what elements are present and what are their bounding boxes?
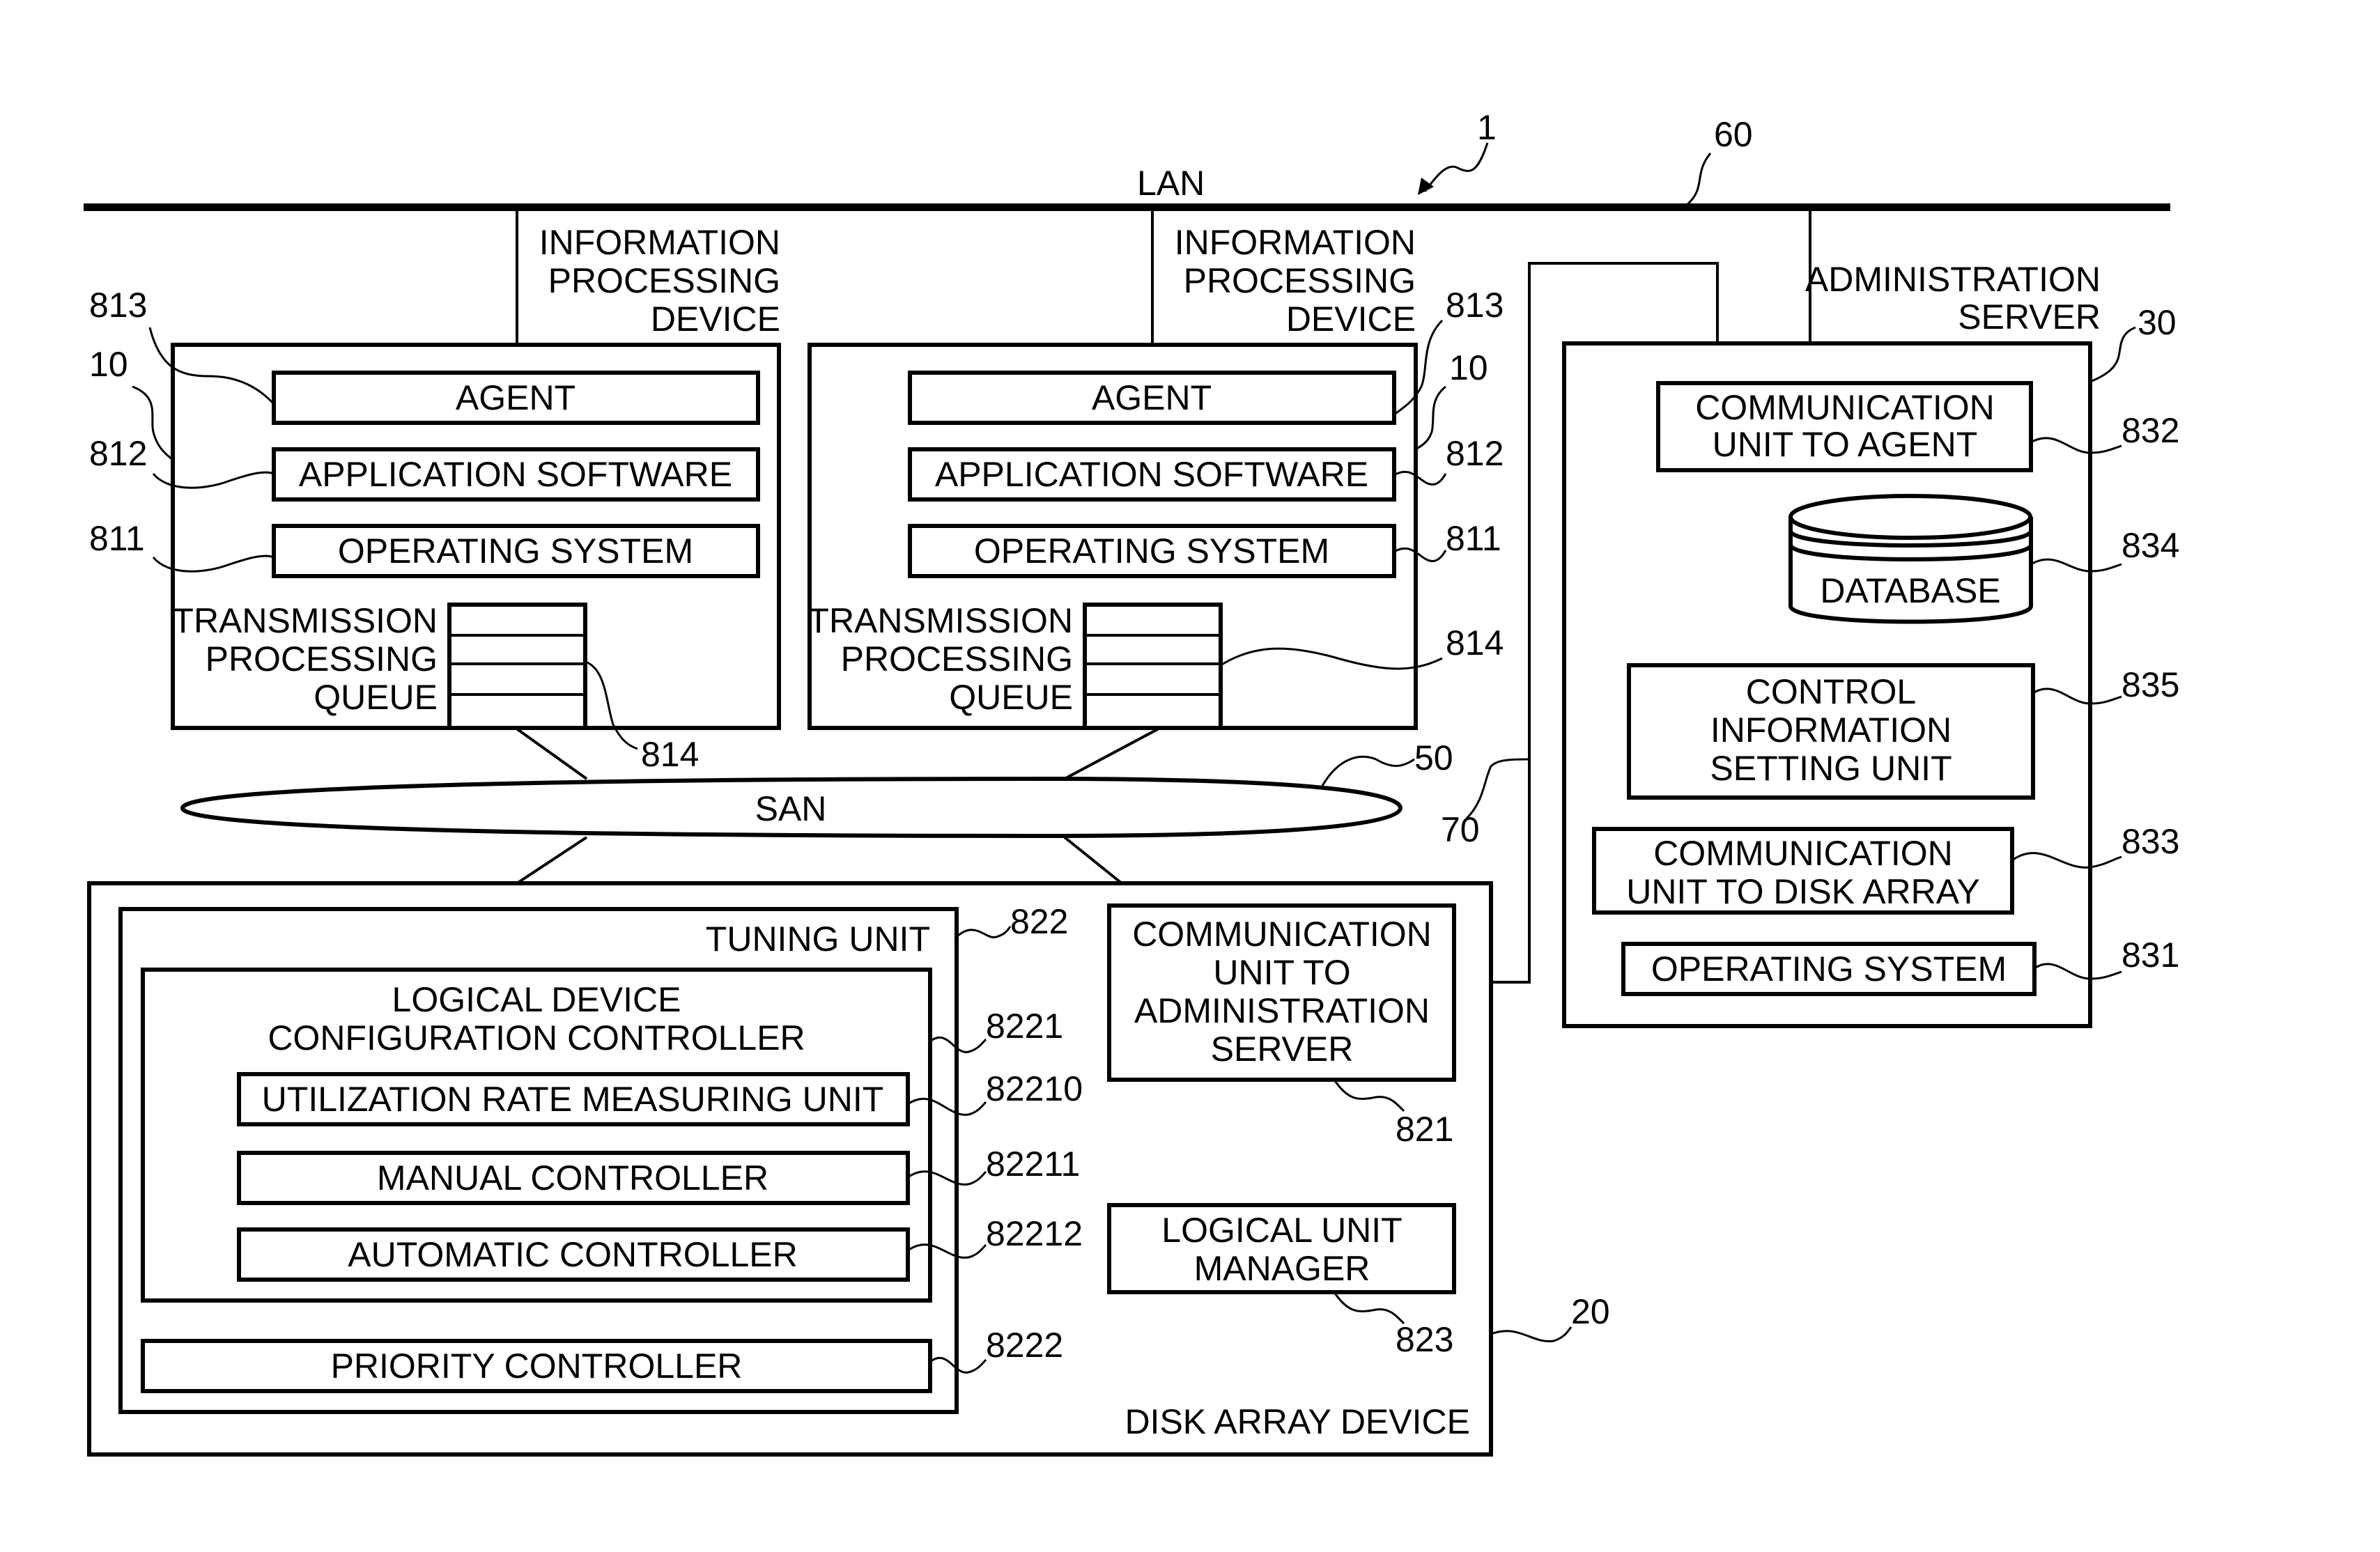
ref-device-leader xyxy=(1415,385,1446,451)
device-title-line: DEVICE xyxy=(651,300,780,339)
san-label: SAN xyxy=(755,789,827,828)
device-title-line: DEVICE xyxy=(1286,300,1416,339)
ref-auto-controller: 82212 xyxy=(986,1214,1083,1253)
admin-os-label: OPERATING SYSTEM xyxy=(1651,949,2007,988)
comm-admin-label-line: SERVER xyxy=(1211,1030,1354,1069)
os-label: OPERATING SYSTEM xyxy=(974,531,1329,571)
comm-agent-label-line: COMMUNICATION xyxy=(1695,388,1995,427)
queue-label-line: QUEUE xyxy=(314,678,438,717)
ref-disk-array-leader xyxy=(1490,1326,1572,1343)
auto-controller-label: AUTOMATIC CONTROLLER xyxy=(348,1235,797,1274)
ref-disk-array: 20 xyxy=(1571,1292,1610,1331)
queue-label-line: TRANSMISSION xyxy=(172,601,438,640)
san-link-disk-1 xyxy=(516,836,588,885)
ref-lan-leader xyxy=(1685,153,1712,207)
app-software-label: APPLICATION SOFTWARE xyxy=(299,455,732,494)
ref-device: 10 xyxy=(1449,348,1488,387)
control-info-label-line: CONTROL xyxy=(1746,672,1916,711)
ref-admin-link: 70 xyxy=(1441,810,1480,849)
comm-agent-label-line: UNIT TO AGENT xyxy=(1713,425,1978,464)
database-label: DATABASE xyxy=(1820,571,2000,610)
queue-icon xyxy=(1083,603,1223,730)
ref-tuning-unit: 822 xyxy=(1010,902,1068,941)
queue-label-line: PROCESSING xyxy=(841,639,1073,678)
san-link-dev2 xyxy=(1064,727,1161,780)
ref-san-leader xyxy=(1321,755,1415,786)
ref-system: 1 xyxy=(1477,108,1497,147)
ref-device: 10 xyxy=(89,345,128,384)
ldcc-label-line: CONFIGURATION CONTROLLER xyxy=(268,1018,805,1057)
ref-lu-manager: 823 xyxy=(1396,1320,1453,1359)
comm-admin-label-line: COMMUNICATION xyxy=(1132,915,1432,954)
arrowhead-icon xyxy=(1418,178,1434,195)
ref-app: 812 xyxy=(1446,434,1504,473)
manual-controller-label: MANUAL CONTROLLER xyxy=(377,1158,768,1197)
util-rate-label: UTILIZATION RATE MEASURING UNIT xyxy=(262,1080,884,1119)
comm-disk-label-line: UNIT TO DISK ARRAY xyxy=(1626,872,1980,911)
ldcc-label-line: LOGICAL DEVICE xyxy=(392,980,681,1019)
lan-bus xyxy=(84,203,2170,211)
ref-queue: 814 xyxy=(1446,623,1504,662)
ref-admin: 30 xyxy=(2138,303,2177,342)
ref-san: 50 xyxy=(1414,738,1453,777)
ref-lan: 60 xyxy=(1714,115,1753,154)
admin-title-line: SERVER xyxy=(1958,297,2101,336)
comm-admin-label-line: ADMINISTRATION xyxy=(1134,991,1430,1030)
disk-array-title: DISK ARRAY DEVICE xyxy=(1125,1402,1470,1441)
admin-server: ADMINISTRATION SERVER 30 COMMUNICATION U… xyxy=(1562,260,2179,1028)
queue-label-line: PROCESSING xyxy=(206,639,438,678)
queue-icon xyxy=(447,603,587,730)
tuning-unit-label: TUNING UNIT xyxy=(706,919,930,959)
lu-manager-label-line: MANAGER xyxy=(1194,1249,1370,1288)
ref-queue: 814 xyxy=(641,735,699,774)
ref-os: 811 xyxy=(1446,519,1501,558)
device-title-line: PROCESSING xyxy=(548,261,780,300)
app-software-label: APPLICATION SOFTWARE xyxy=(935,455,1368,494)
disk-array-device: DISK ARRAY DEVICE 20 TUNING UNIT 822 LOG… xyxy=(87,881,1610,1457)
control-info-label-line: SETTING UNIT xyxy=(1710,749,1952,788)
queue-label-line: TRANSMISSION xyxy=(808,601,1073,640)
info-device-1: INFORMATION PROCESSING DEVICE AGENT APPL… xyxy=(89,223,781,774)
ref-admin-os: 831 xyxy=(2122,936,2179,975)
ref-database: 834 xyxy=(2122,526,2179,565)
queue-label-line: QUEUE xyxy=(949,678,1073,717)
ref-comm-disk: 833 xyxy=(2122,822,2179,861)
san-link-dev1 xyxy=(514,727,588,780)
device-title-line: INFORMATION xyxy=(539,223,780,262)
ref-app: 812 xyxy=(89,434,147,473)
system-arrow-icon xyxy=(1423,142,1489,192)
control-info-label-line: INFORMATION xyxy=(1710,711,1952,750)
ref-priority-controller: 8222 xyxy=(986,1326,1063,1365)
ref-agent: 813 xyxy=(1446,286,1504,325)
agent-label: AGENT xyxy=(1092,378,1212,417)
san-link-disk-2 xyxy=(1063,836,1123,885)
device-title-line: PROCESSING xyxy=(1184,261,1416,300)
device-title-line: INFORMATION xyxy=(1175,223,1416,262)
ref-comm-admin: 821 xyxy=(1396,1110,1453,1149)
priority-controller-label: PRIORITY CONTROLLER xyxy=(331,1347,743,1386)
lu-manager-label-line: LOGICAL UNIT xyxy=(1161,1211,1402,1250)
system-diagram: 1 LAN 60 INFORMATION PROCESSING DEVICE A… xyxy=(84,108,2179,1457)
ref-comm-agent: 832 xyxy=(2122,411,2179,450)
lan-label: LAN xyxy=(1137,164,1205,203)
admin-title-line: ADMINISTRATION xyxy=(1805,260,2101,299)
ref-control-info: 835 xyxy=(2122,665,2179,704)
agent-label: AGENT xyxy=(456,378,575,417)
ref-os: 811 xyxy=(89,519,145,558)
os-label: OPERATING SYSTEM xyxy=(338,531,693,571)
info-device-2: INFORMATION PROCESSING DEVICE AGENT APPL… xyxy=(808,223,1504,730)
ref-manual-controller: 82211 xyxy=(986,1144,1080,1184)
ref-ldcc: 8221 xyxy=(986,1007,1063,1046)
comm-admin-label-line: UNIT TO xyxy=(1213,953,1350,992)
ref-agent: 813 xyxy=(89,286,147,325)
ref-util-rate: 82210 xyxy=(986,1069,1083,1108)
comm-disk-label-line: COMMUNICATION xyxy=(1653,834,1953,873)
